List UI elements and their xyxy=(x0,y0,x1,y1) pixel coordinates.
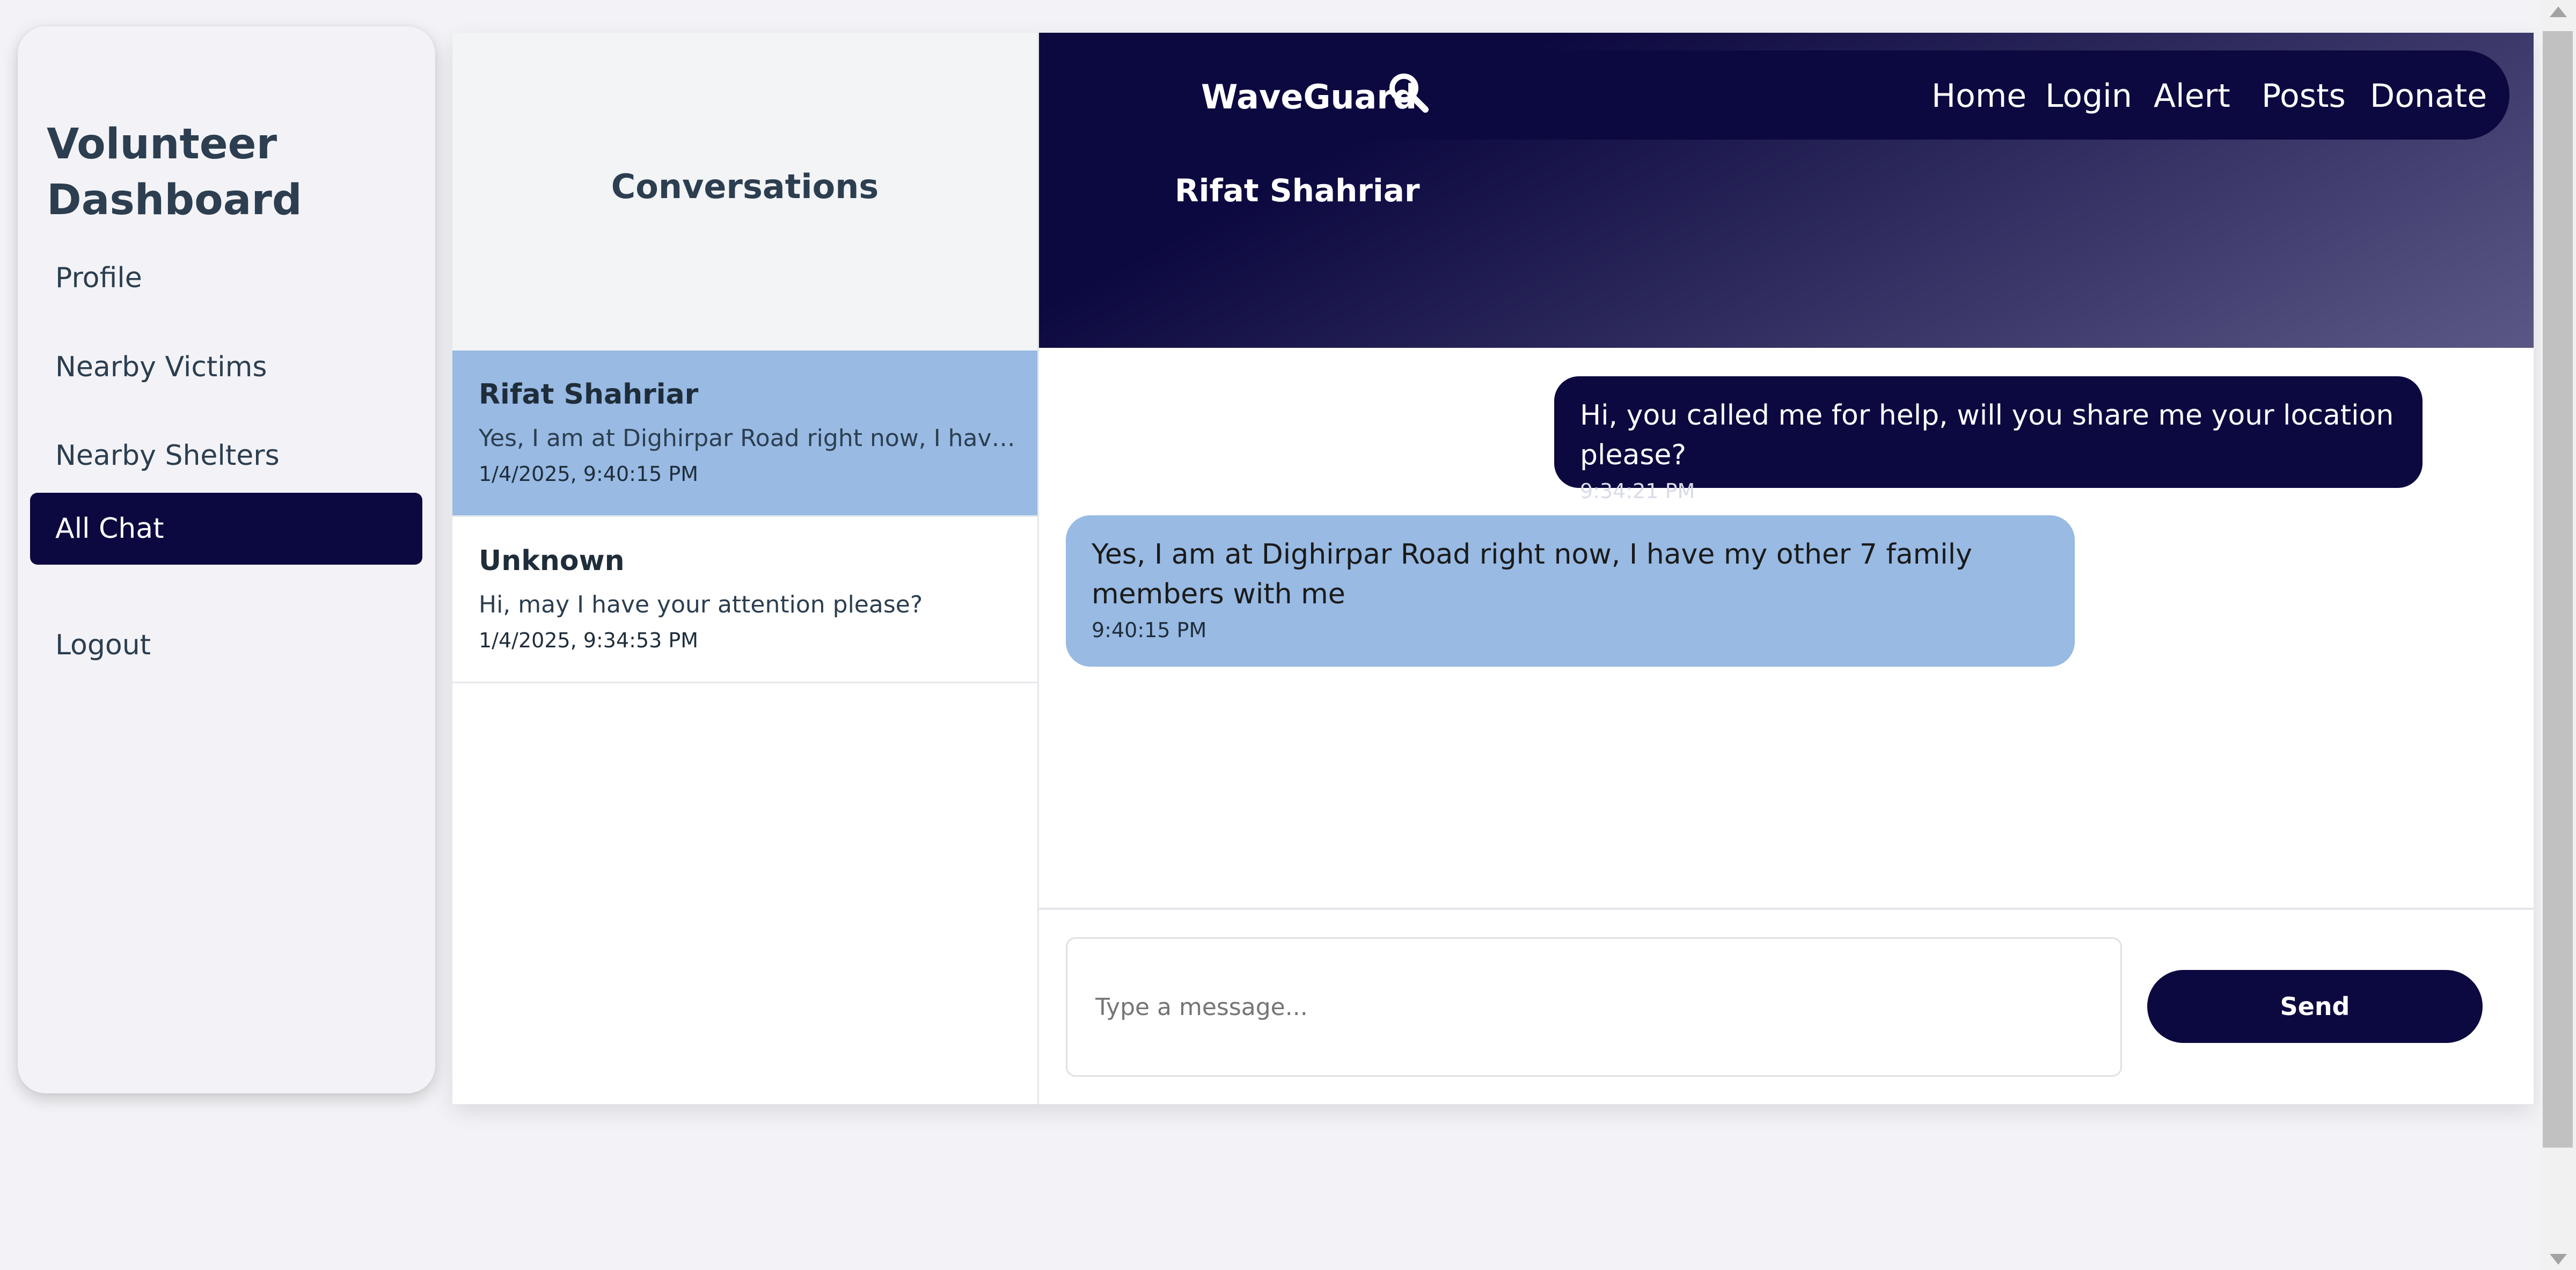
nav-link-alert[interactable]: Alert xyxy=(2154,77,2230,115)
sidebar-title: Volunteer Dashboard xyxy=(47,120,302,224)
message-text: Hi, you called me for help, will you sha… xyxy=(1580,399,2394,471)
message-text: Yes, I am at Dighirpar Road right now, I… xyxy=(1092,538,1972,610)
conversations-header: Conversations xyxy=(452,33,1037,351)
sidebar-item-nearby-victims[interactable]: Nearby Victims xyxy=(30,331,422,403)
nav-link-login[interactable]: Login xyxy=(2045,77,2132,115)
conversation-item[interactable]: Unknown Hi, may I have your attention pl… xyxy=(452,517,1037,683)
top-navbar: WaveGuard Home Login Alert Posts Donate xyxy=(1168,50,2509,140)
conversation-time: 1/4/2025, 9:40:15 PM xyxy=(479,462,699,486)
conversation-name: Rifat Shahriar xyxy=(479,378,699,411)
nav-link-donate[interactable]: Donate xyxy=(2370,77,2487,115)
scroll-down-arrow-icon[interactable] xyxy=(2550,1254,2567,1265)
sidebar-item-nearby-shelters[interactable]: Nearby Shelters xyxy=(30,420,422,492)
chat-panel: WaveGuard Home Login Alert Posts Donate … xyxy=(1039,33,2534,1104)
search-icon[interactable] xyxy=(1387,71,1430,114)
conversations-panel: Conversations Rifat Shahriar Yes, I am a… xyxy=(452,33,1039,1104)
chat-header: WaveGuard Home Login Alert Posts Donate … xyxy=(1039,33,2534,348)
conversation-name: Unknown xyxy=(479,545,625,577)
message-bubble-sent: Hi, you called me for help, will you sha… xyxy=(1554,376,2423,503)
message-time: 9:34:21 PM xyxy=(1580,479,1695,503)
scrollbar-thumb[interactable] xyxy=(2543,31,2573,1148)
nav-link-posts[interactable]: Posts xyxy=(2262,77,2346,115)
send-button[interactable]: Send xyxy=(2147,970,2483,1043)
conversation-time: 1/4/2025, 9:34:53 PM xyxy=(479,629,699,652)
sidebar-item-all-chat[interactable]: All Chat xyxy=(30,493,422,565)
conversation-item[interactable]: Rifat Shahriar Yes, I am at Dighirpar Ro… xyxy=(452,351,1037,517)
sidebar-item-logout[interactable]: Logout xyxy=(30,609,422,681)
conversation-preview: Yes, I am at Dighirpar Road right now, I… xyxy=(479,425,1021,452)
scroll-up-arrow-icon[interactable] xyxy=(2550,6,2567,17)
conversation-preview: Hi, may I have your attention please? xyxy=(479,591,923,618)
nav-link-home[interactable]: Home xyxy=(1931,77,2026,115)
brand-logo[interactable]: WaveGuard xyxy=(1201,77,1417,116)
sidebar-item-profile[interactable]: Profile xyxy=(30,242,422,314)
message-time: 9:40:15 PM xyxy=(1092,618,1207,642)
chat-container: Conversations Rifat Shahriar Yes, I am a… xyxy=(452,33,2534,1104)
chat-contact-name: Rifat Shahriar xyxy=(1175,172,1420,209)
message-bubble-received: Yes, I am at Dighirpar Road right now, I… xyxy=(1066,515,2075,667)
sidebar: Volunteer Dashboard Profile Nearby Victi… xyxy=(18,26,435,1093)
message-input[interactable] xyxy=(1066,937,2122,1077)
conversations-title: Conversations xyxy=(611,167,879,206)
message-input-area: Send xyxy=(1039,908,2534,1104)
